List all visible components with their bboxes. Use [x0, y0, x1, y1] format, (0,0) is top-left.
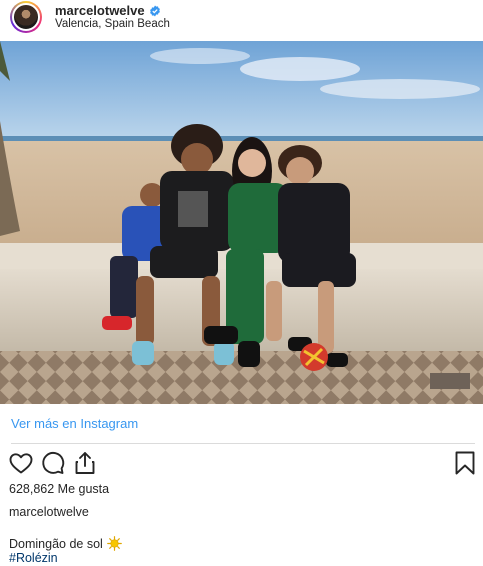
- comment-icon: [42, 451, 65, 474]
- post-header: marcelotwelve Valencia, Spain Beach: [0, 0, 483, 34]
- likes-count[interactable]: 628,862 Me gusta: [9, 482, 109, 496]
- username-link[interactable]: marcelotwelve: [55, 3, 145, 18]
- share-icon: [75, 452, 95, 474]
- comment-button[interactable]: [40, 450, 66, 476]
- sun-emoji-icon: [106, 536, 122, 551]
- post-photo[interactable]: [0, 41, 483, 404]
- location-link[interactable]: Valencia, Spain Beach: [55, 18, 170, 30]
- caption-text: Domingão de sol: [9, 536, 122, 551]
- username-row: marcelotwelve: [55, 3, 161, 18]
- instagram-post: marcelotwelve Valencia, Spain Beach Ver …: [0, 0, 483, 566]
- action-bar: [0, 450, 483, 476]
- verified-badge-icon: [149, 5, 160, 16]
- divider: [11, 443, 475, 444]
- save-button[interactable]: [452, 450, 478, 476]
- hashtag-link[interactable]: #Rolézin: [9, 551, 58, 565]
- caption-author[interactable]: marcelotwelve: [9, 505, 89, 519]
- view-more-on-instagram-link[interactable]: Ver más en Instagram: [11, 416, 138, 431]
- avatar[interactable]: [10, 1, 42, 33]
- bookmark-icon: [455, 451, 475, 475]
- like-button[interactable]: [8, 450, 34, 476]
- caption-body: Domingão de sol: [9, 536, 103, 551]
- share-button[interactable]: [72, 450, 98, 476]
- heart-icon: [9, 453, 33, 474]
